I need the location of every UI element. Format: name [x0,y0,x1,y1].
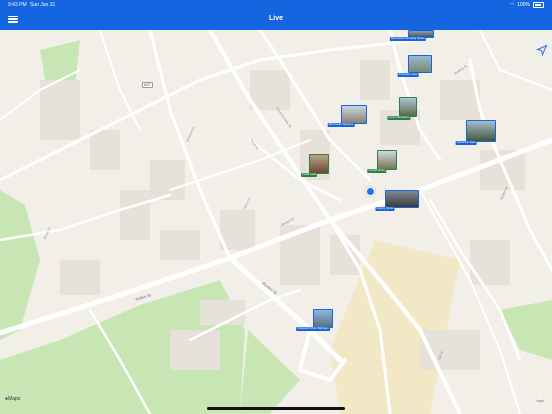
street-label: Rodney St [453,64,468,76]
status-date: Sun Jan 31 [30,2,56,8]
camera-thumbnail [399,97,417,117]
status-time: 9:43 PM [8,2,27,8]
camera-thumbnail [466,120,496,142]
street-label: Hood St [249,138,259,150]
status-right: ◠ 100% [510,2,544,8]
battery-icon [533,2,544,8]
street-label: Pollen St [135,292,153,302]
street-label: Blossom St [185,126,195,142]
maps-logo: ●Maps [5,396,20,402]
camera-thumbnail [377,150,397,170]
camera-label: Interactive Sites [455,141,477,145]
camera-thumbnail [341,105,367,124]
map-canvas[interactable]: Pollen St Buxton St Blossom St Hood St G… [0,30,552,414]
home-indicator[interactable] [207,407,345,410]
camera-thumbnail [309,154,329,174]
nav-bar: Live [0,9,552,30]
route-shield: M27 [142,82,153,88]
camera-label: Central Library [367,169,387,173]
camera-label: Manchester Piccadilly Station [389,37,427,41]
camera-label: Manchester Museum [327,123,355,127]
street-label: Jersey St [42,227,51,241]
legal-link[interactable]: Legal [536,399,544,403]
camera-thumbnail [408,55,432,73]
battery-percent: 100% [517,2,530,8]
current-location-dot [366,187,375,196]
camera-label: Interactive Sites [397,73,419,77]
camera-label: Castle Field [300,173,318,177]
map-view[interactable]: Pollen St Buxton St Blossom St Hood St G… [0,30,552,414]
status-bar: 9:43 PM Sun Jan 31 ◠ 100% [0,0,552,9]
maps-logo-text: Maps [8,396,21,402]
wifi-icon: ◠ [509,2,515,8]
page-title: Live [268,15,283,22]
camera-label: Chatsworth Park Walkways [296,327,330,331]
location-arrow-icon[interactable] [536,44,548,56]
camera-thumbnail [385,190,419,208]
camera-thumbnail [313,309,333,328]
street-label: Henry St [242,197,251,210]
camera-label: Gorton Monastery [387,116,411,120]
camera-label: Factory Works [375,207,395,211]
